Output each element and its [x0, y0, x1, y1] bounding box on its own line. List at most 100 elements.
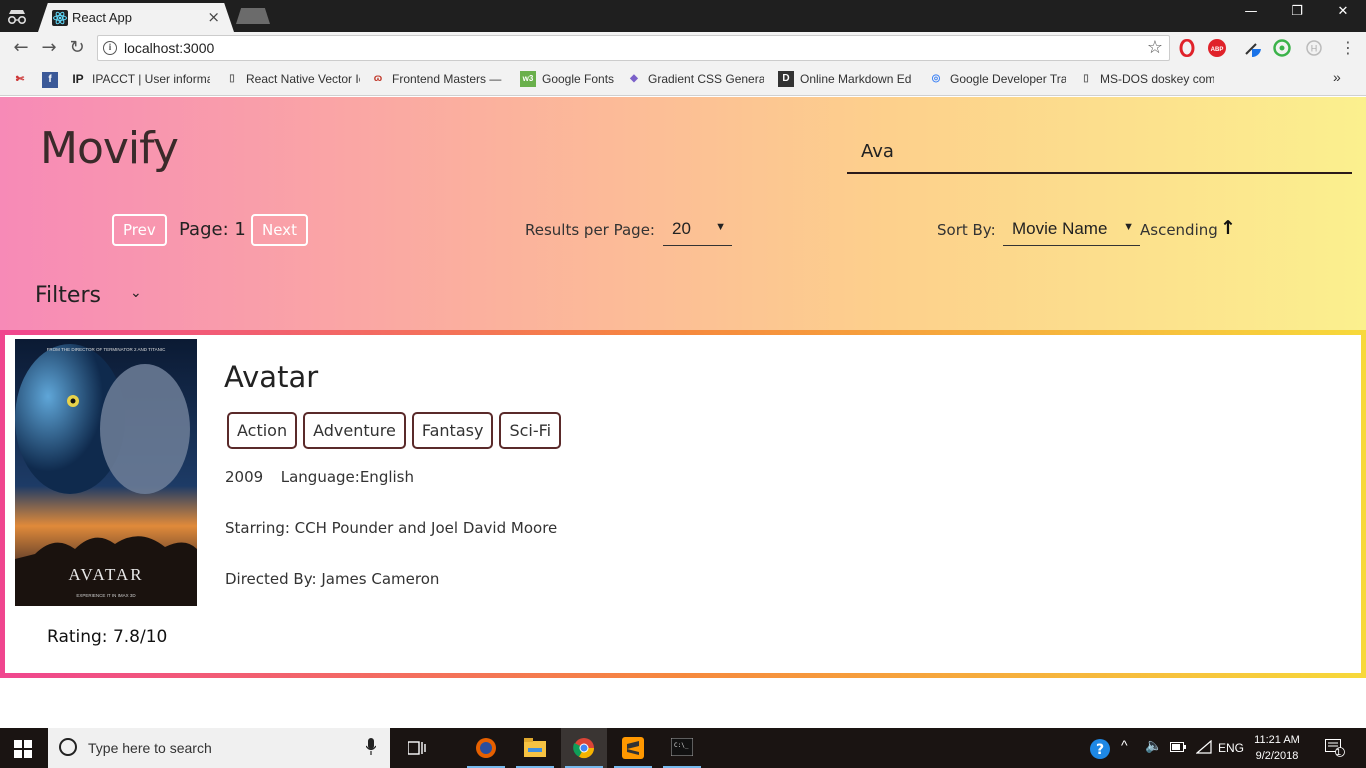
- system-clock[interactable]: 11:21 AM 9/2/2018: [1252, 732, 1302, 764]
- svg-text:?: ?: [1096, 742, 1104, 758]
- opera-icon[interactable]: [1178, 39, 1196, 57]
- movie-year: 2009: [225, 468, 264, 486]
- genre-tag[interactable]: Action: [227, 412, 298, 449]
- genre-tag[interactable]: Sci-Fi: [499, 412, 562, 449]
- prev-button[interactable]: Prev: [112, 214, 167, 246]
- poster-tagline: FROM THE DIRECTOR OF TERMINATOR 2 AND TI…: [47, 347, 166, 352]
- bookmark-item[interactable]: D Online Markdown Ed: [778, 71, 914, 89]
- terminal-taskbar-app[interactable]: C:\_: [659, 728, 705, 768]
- svg-text:H: H: [1311, 44, 1318, 54]
- notifications-icon[interactable]: [1325, 739, 1345, 757]
- task-view-icon[interactable]: [408, 740, 426, 756]
- browser-tab[interactable]: React App ×: [38, 3, 234, 32]
- svg-text:C:\_: C:\_: [674, 742, 689, 749]
- eyedropper-icon[interactable]: [1243, 39, 1261, 57]
- poster-footer: EXPERIENCE IT IN IMAX 3D: [76, 593, 136, 598]
- movie-title: Avatar: [224, 360, 319, 394]
- movie-language: Language:English: [280, 468, 414, 486]
- genre-tag[interactable]: Fantasy: [411, 412, 494, 449]
- arrow-up-icon[interactable]: ↑: [1220, 217, 1236, 239]
- microphone-icon[interactable]: [366, 738, 376, 756]
- chrome-taskbar-app[interactable]: [561, 728, 607, 768]
- close-window-button[interactable]: ✕: [1320, 4, 1366, 24]
- genre-tag[interactable]: Adventure: [303, 412, 406, 449]
- taskbar-search-placeholder: Type here to search: [88, 740, 212, 756]
- movie-starring: Starring: CCH Pounder and Joel David Moo…: [225, 519, 558, 537]
- movie-card: FROM THE DIRECTOR OF TERMINATOR 2 AND TI…: [0, 330, 1366, 678]
- new-tab-button[interactable]: [236, 8, 270, 24]
- react-icon: [52, 10, 68, 26]
- results-per-page-label: Results per Page:: [525, 221, 655, 239]
- reload-icon[interactable]: ↻: [65, 36, 89, 60]
- chevron-down-icon[interactable]: ⌄: [130, 285, 142, 301]
- extension-grey-icon[interactable]: H: [1305, 39, 1323, 57]
- results-per-page-value: 20: [672, 219, 691, 238]
- windows-start-icon[interactable]: [14, 740, 32, 758]
- search-input[interactable]: [847, 130, 1352, 174]
- bookmarks-bar: ✄ f IP IPACCT | User informa ▯ React Nativ…: [0, 64, 1366, 96]
- tray-chevron-icon[interactable]: ^: [1121, 737, 1128, 753]
- movie-poster: FROM THE DIRECTOR OF TERMINATOR 2 AND TI…: [15, 339, 197, 606]
- explorer-taskbar-app[interactable]: [512, 728, 558, 768]
- tab-close-icon[interactable]: ×: [207, 8, 220, 26]
- bookmark-item[interactable]: IP IPACCT | User informa: [70, 71, 210, 89]
- info-icon[interactable]: i: [103, 41, 117, 55]
- app-header: Movify Prev Page: 1 Next Results per Pag…: [0, 97, 1366, 330]
- movie-director: Directed By: James Cameron: [225, 570, 440, 588]
- bookmark-item[interactable]: ◆ Gradient CSS Generat: [626, 71, 764, 89]
- chrome-icon: [573, 738, 595, 759]
- bookmark-item[interactable]: w3 Google Fonts: [520, 71, 620, 89]
- movie-rating: Rating: 7.8/10: [47, 627, 168, 647]
- facebook-icon[interactable]: f: [42, 72, 62, 90]
- sort-by-label: Sort By:: [937, 221, 996, 239]
- help-icon[interactable]: ?: [1089, 738, 1111, 760]
- notification-count: 1: [1336, 747, 1342, 757]
- adblock-icon[interactable]: ABP: [1208, 39, 1226, 57]
- browser-toolbar: ← → ↻ i localhost:3000 ☆ ABP H ⋮: [0, 32, 1366, 64]
- movie-meta: 2009 Language:English: [225, 468, 414, 486]
- clock-time: 11:21 AM: [1254, 734, 1300, 746]
- restore-button[interactable]: ❐: [1274, 4, 1320, 24]
- filters-toggle[interactable]: Filters: [35, 283, 101, 308]
- url-text: localhost:3000: [124, 40, 215, 56]
- folder-icon: [524, 738, 546, 757]
- genre-list: Action Adventure Fantasy Sci-Fi: [227, 412, 562, 449]
- menu-icon[interactable]: ⋮: [1336, 36, 1360, 60]
- bookmark-item[interactable]: ◎ Google Developer Tra: [928, 71, 1066, 89]
- poster-title: AVATAR: [68, 565, 143, 584]
- bookmark-item[interactable]: ▯ React Native Vector Ic: [224, 71, 360, 89]
- bookmark-icon-1[interactable]: ✄: [12, 72, 32, 90]
- terminal-icon: C:\_: [671, 738, 693, 756]
- firefox-icon: [476, 738, 496, 758]
- svg-text:ABP: ABP: [1211, 47, 1224, 53]
- results-per-page-select[interactable]: 20 ▼: [663, 212, 732, 246]
- battery-icon[interactable]: [1170, 741, 1186, 753]
- incognito-icon: [7, 10, 27, 25]
- tab-title: React App: [72, 10, 132, 25]
- sublime-taskbar-app[interactable]: [610, 728, 656, 768]
- windows-taskbar: Type here to search C:\_ ? ^ 🔈 ENG 11:21…: [0, 728, 1366, 768]
- volume-icon[interactable]: 🔈: [1145, 737, 1162, 754]
- browser-titlebar: React App × — ❐ ✕: [0, 0, 1366, 32]
- back-icon[interactable]: ←: [9, 36, 33, 60]
- minimize-button[interactable]: —: [1228, 4, 1274, 24]
- forward-icon[interactable]: →: [37, 36, 61, 60]
- sublime-text-icon: [622, 737, 644, 759]
- bookmark-star-icon[interactable]: ☆: [1147, 37, 1163, 58]
- page-indicator: Page: 1: [179, 219, 246, 240]
- sort-by-select[interactable]: Movie Name ▼: [1003, 212, 1140, 246]
- app-logo: Movify: [40, 123, 179, 174]
- extension-green-icon[interactable]: [1273, 39, 1291, 57]
- firefox-taskbar-app[interactable]: [463, 728, 509, 768]
- cortana-icon: [59, 738, 77, 756]
- taskbar-search[interactable]: Type here to search: [48, 728, 390, 768]
- bookmark-item[interactable]: ɷ Frontend Masters —: [370, 71, 506, 89]
- language-indicator[interactable]: ENG: [1218, 741, 1244, 755]
- address-bar[interactable]: i localhost:3000 ☆: [97, 35, 1170, 61]
- wifi-icon[interactable]: [1196, 740, 1212, 754]
- bookmarks-more-icon[interactable]: »: [1333, 69, 1347, 87]
- next-button[interactable]: Next: [251, 214, 308, 246]
- sort-order-toggle[interactable]: Ascending: [1140, 221, 1218, 239]
- dropdown-arrow-icon: ▼: [715, 221, 726, 233]
- bookmark-item[interactable]: ▯ MS-DOS doskey com: [1078, 71, 1214, 89]
